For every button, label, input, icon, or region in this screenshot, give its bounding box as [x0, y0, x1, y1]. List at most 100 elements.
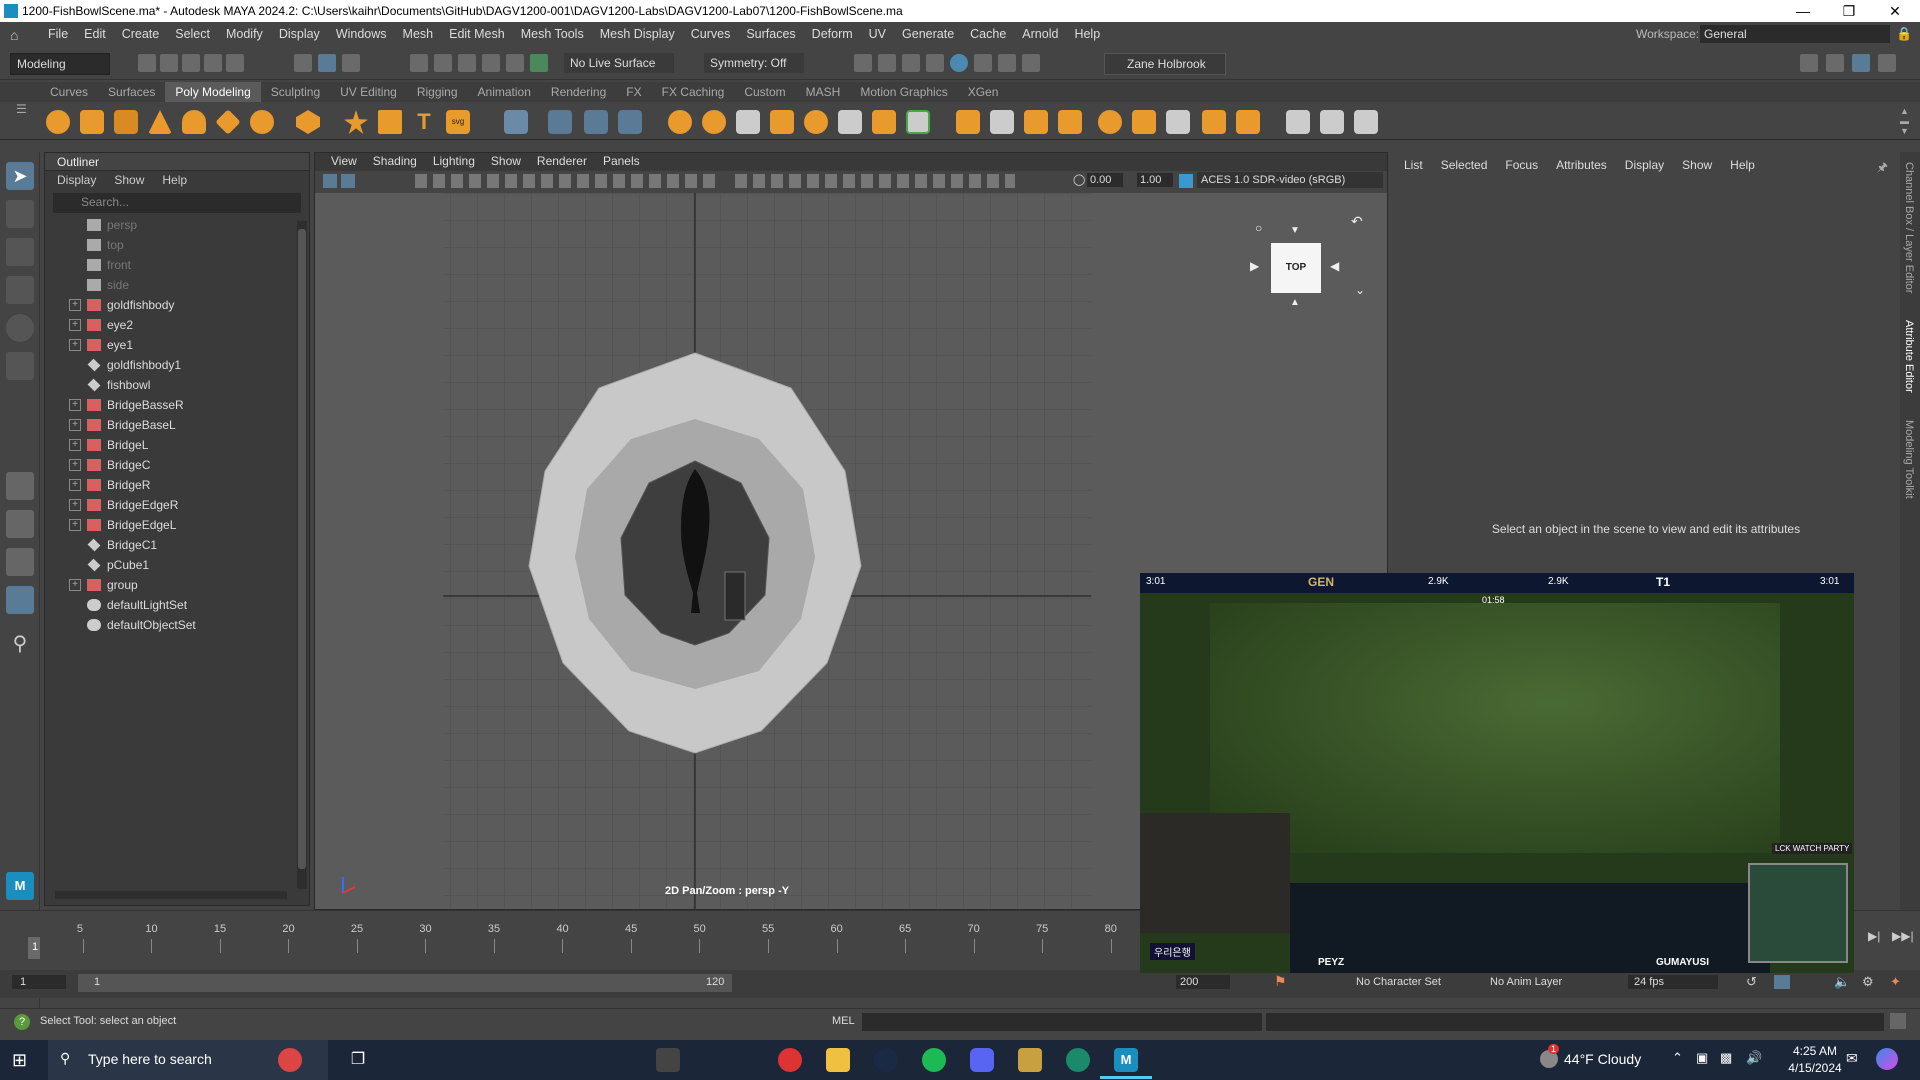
pin-icon[interactable]: 🖈 [1877, 158, 1888, 179]
expand-icon[interactable]: + [69, 579, 81, 591]
expand-icon[interactable]: + [69, 399, 81, 411]
select-object-icon[interactable] [318, 54, 336, 72]
user-account-button[interactable]: Zane Holbrook [1104, 53, 1226, 75]
boolean-icon[interactable] [770, 110, 794, 134]
outliner-item[interactable]: top [45, 235, 309, 255]
render-frame-icon[interactable] [854, 54, 872, 72]
tray-overflow-icon[interactable]: ⌃ [1672, 1050, 1683, 1066]
copilot-icon[interactable] [1876, 1048, 1898, 1070]
poly-torus-icon[interactable] [182, 110, 206, 134]
expand-icon[interactable]: + [69, 519, 81, 531]
poly-sphere-icon[interactable] [46, 110, 70, 134]
outliner-item[interactable]: fishbowl [45, 375, 309, 395]
crease-tool-icon[interactable] [1286, 110, 1310, 134]
key-icon[interactable]: ⚑ [1274, 973, 1287, 990]
menu-generate[interactable]: Generate [894, 27, 962, 41]
shelf-tab-curves[interactable]: Curves [40, 82, 98, 102]
outliner-item[interactable]: defaultObjectSet [45, 615, 309, 635]
snap-point-icon[interactable] [458, 54, 476, 72]
attr-tab-selected[interactable]: Selected [1441, 158, 1488, 172]
script-editor-icon[interactable] [1890, 1013, 1906, 1029]
outliner-item[interactable]: + BridgeEdgeR [45, 495, 309, 515]
poke-icon[interactable] [1132, 110, 1156, 134]
menu-edit[interactable]: Edit [76, 27, 114, 41]
poly-plane-icon[interactable] [215, 109, 241, 135]
viewport-menu-shading[interactable]: Shading [365, 153, 425, 171]
render-settings-icon[interactable] [926, 54, 944, 72]
undo-icon[interactable] [204, 54, 222, 72]
select-hierarchy-icon[interactable] [294, 54, 312, 72]
menu-arnold[interactable]: Arnold [1014, 27, 1066, 41]
shelf-tab-poly-modeling[interactable]: Poly Modeling [165, 82, 261, 102]
step-forward-icon[interactable]: ▶| [1868, 929, 1880, 943]
tray-app-icon[interactable]: ▣ [1696, 1050, 1708, 1066]
menuset-select[interactable]: Modeling [10, 53, 110, 75]
outliner-item[interactable]: defaultLightSet [45, 595, 309, 615]
poly-svg-icon[interactable]: svg [446, 110, 470, 134]
maximize-button[interactable]: ❐ [1826, 0, 1872, 22]
tool-settings-toggle-icon[interactable] [1878, 54, 1896, 72]
outliner-item[interactable]: pCube1 [45, 555, 309, 575]
new-scene-icon[interactable] [138, 54, 156, 72]
pause-icon[interactable] [1022, 54, 1040, 72]
menu-curves[interactable]: Curves [683, 27, 739, 41]
animation-preferences-icon[interactable]: ⚙ [1862, 974, 1874, 990]
outliner-item[interactable]: + group [45, 575, 309, 595]
viewcube-up-arrow-icon[interactable]: ▲ [1290, 297, 1300, 308]
auto-key-icon[interactable] [1774, 975, 1790, 989]
expand-icon[interactable]: + [69, 479, 81, 491]
color-management-icon[interactable] [1179, 174, 1193, 188]
open-scene-icon[interactable] [160, 54, 178, 72]
shelf-tab-custom[interactable]: Custom [734, 82, 795, 102]
playback-options-icon[interactable]: ✦ [1890, 974, 1901, 990]
outliner-item[interactable]: front [45, 255, 309, 275]
two-view-layout-icon[interactable] [6, 548, 34, 576]
snap-live-icon[interactable] [530, 54, 548, 72]
shelf-menu-icon[interactable]: ☰ [16, 102, 32, 140]
taskbar-steam-icon[interactable] [874, 1048, 898, 1072]
shelf-tab-animation[interactable]: Animation [468, 82, 541, 102]
offset-edge-loop-icon[interactable] [1058, 110, 1082, 134]
outliner-item[interactable]: + BridgeEdgeL [45, 515, 309, 535]
combine-icon[interactable] [668, 110, 692, 134]
outliner-item[interactable]: side [45, 275, 309, 295]
home-icon[interactable]: ⌂ [10, 27, 30, 43]
maya-home-icon[interactable]: M [6, 872, 34, 900]
taskbar-file-explorer-icon[interactable] [826, 1048, 850, 1072]
viewcube-menu-icon[interactable]: ⌄ [1355, 283, 1365, 297]
command-line-input[interactable] [862, 1013, 1262, 1031]
sound-icon[interactable]: 🔈 [1834, 974, 1850, 990]
attr-tab-show[interactable]: Show [1682, 158, 1712, 172]
move-tool-icon[interactable] [6, 276, 34, 304]
expand-icon[interactable]: + [69, 299, 81, 311]
viewport-menu-show[interactable]: Show [483, 153, 529, 171]
attr-tab-focus[interactable]: Focus [1505, 158, 1538, 172]
outliner-hscrollbar[interactable] [55, 891, 287, 899]
shelf-tab-mash[interactable]: MASH [796, 82, 851, 102]
task-view-icon[interactable]: ❐ [346, 1048, 370, 1072]
append-polygon-icon[interactable] [990, 110, 1014, 134]
expand-icon[interactable]: + [69, 499, 81, 511]
clock-date[interactable]: 4/15/2024 [1780, 1061, 1850, 1075]
channel-box-toggle-icon[interactable] [1826, 54, 1844, 72]
windows-start-icon[interactable]: ⊞ [12, 1050, 32, 1070]
menu-windows[interactable]: Windows [328, 27, 395, 41]
viewcube-home-icon[interactable]: ○ [1255, 221, 1262, 235]
bevel-icon[interactable] [906, 110, 930, 134]
extrude-icon[interactable] [838, 110, 862, 134]
menu-modify[interactable]: Modify [218, 27, 271, 41]
shelf-scroll-icon[interactable]: ▲ ▬ ▼ [1900, 106, 1909, 136]
outliner-item[interactable]: + goldfishbody [45, 295, 309, 315]
animation-end-field[interactable]: 200 [1176, 975, 1230, 989]
live-surface-field[interactable]: No Live Surface [564, 53, 674, 73]
workspace-select[interactable]: General [1700, 25, 1890, 43]
mirror-icon[interactable] [804, 110, 828, 134]
attr-tab-display[interactable]: Display [1625, 158, 1664, 172]
shelf-tab-xgen[interactable]: XGen [958, 82, 1009, 102]
snap-curve-icon[interactable] [434, 54, 452, 72]
sweep-mesh-icon[interactable] [378, 110, 402, 134]
gamma-field[interactable]: 1.00 [1137, 173, 1173, 187]
shelf-tab-rigging[interactable]: Rigging [407, 82, 468, 102]
side-tab-attribute-editor[interactable]: Attribute Editor [1903, 320, 1915, 393]
target-weld-icon[interactable] [584, 110, 608, 134]
